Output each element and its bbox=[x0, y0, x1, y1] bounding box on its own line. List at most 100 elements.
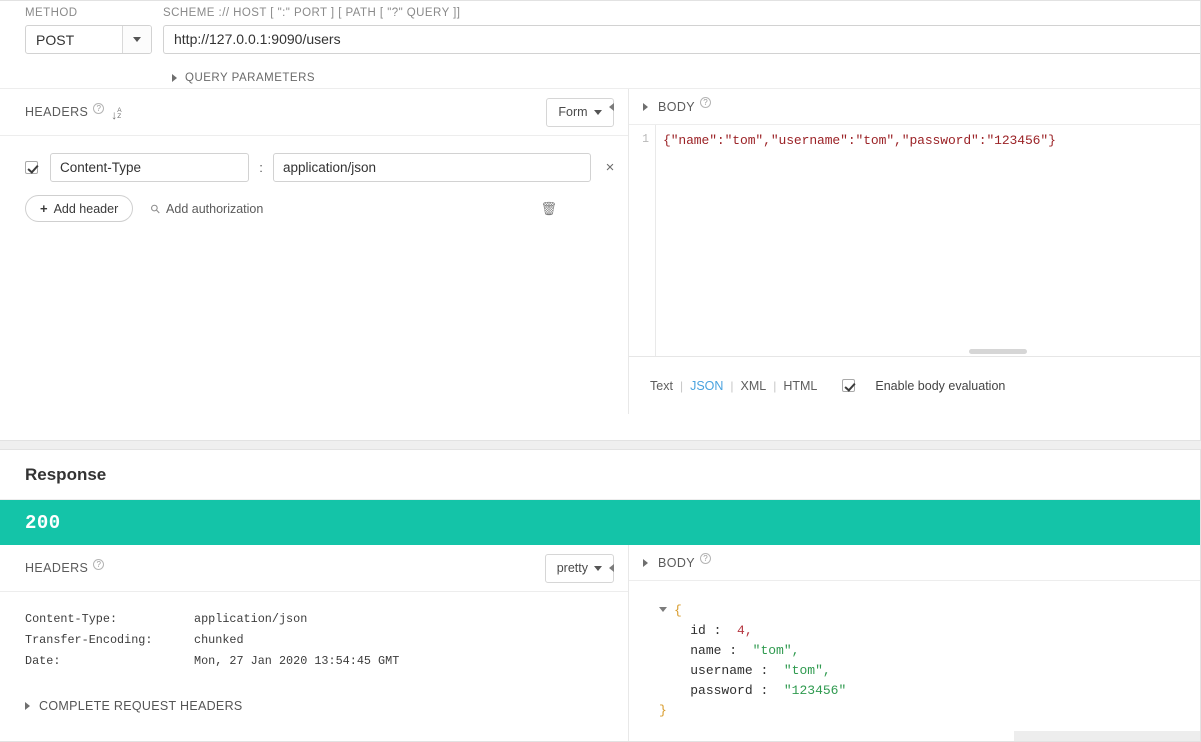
method-select-value: POST bbox=[36, 31, 75, 48]
request-body-editor[interactable]: 1 {"name":"tom","username":"tom","passwo… bbox=[629, 124, 1200, 357]
add-header-button[interactable]: + Add header bbox=[25, 195, 134, 222]
editor-horizontal-scrollbar[interactable] bbox=[969, 349, 1027, 354]
expand-right-icon[interactable] bbox=[643, 558, 648, 567]
sort-az-icon[interactable]: ↓ A Z bbox=[111, 107, 121, 121]
request-panel: METHOD POST SCHEME :// HOST [ ":" PORT ]… bbox=[0, 0, 1201, 441]
request-body-pane: BODY ? 1 {"name":"tom","username":"tom",… bbox=[628, 89, 1200, 414]
response-body-header: BODY ? bbox=[629, 545, 1200, 580]
url-column: SCHEME :// HOST [ ":" PORT ] [ PATH [ "?… bbox=[163, 7, 1200, 54]
response-headers-pane: HEADERS ? pretty Content-Type: applicati… bbox=[0, 545, 628, 741]
response-title: Response bbox=[25, 464, 107, 484]
query-parameters-label: QUERY PARAMETERS bbox=[185, 72, 316, 84]
help-icon[interactable]: ? bbox=[93, 558, 105, 570]
key-icon: ⚲ bbox=[147, 200, 164, 217]
help-icon[interactable]: ? bbox=[700, 97, 712, 108]
request-headers-header: HEADERS ? ↓ A Z Form bbox=[0, 89, 628, 136]
request-headers-actions: + Add header ⚲ Add authorization 🗑 bbox=[0, 182, 628, 222]
response-body-title: BODY bbox=[658, 555, 696, 570]
json-value: "tom", bbox=[783, 663, 831, 678]
response-body-horizontal-scrollbar[interactable] bbox=[1014, 731, 1200, 741]
table-row: Transfer-Encoding: chunked bbox=[25, 630, 628, 651]
method-label: METHOD bbox=[25, 7, 78, 19]
json-key: password bbox=[690, 683, 753, 698]
url-label: SCHEME :// HOST [ ":" PORT ] [ PATH [ "?… bbox=[163, 7, 461, 19]
json-key: username bbox=[690, 663, 753, 678]
response-headers-table: Content-Type: application/json Transfer-… bbox=[0, 592, 628, 672]
json-entry: password : "123456" bbox=[659, 681, 1200, 701]
editor-gutter: 1 bbox=[629, 125, 656, 356]
chevron-right-icon bbox=[25, 702, 30, 710]
json-value: 4, bbox=[737, 623, 753, 638]
method-select[interactable]: POST bbox=[25, 25, 152, 54]
request-body-toolbar: Text | JSON | XML | HTML Enable body eva… bbox=[629, 357, 1200, 414]
table-row: Content-Type : application/json × bbox=[0, 153, 628, 182]
table-row: Date: Mon, 27 Jan 2020 13:54:45 GMT bbox=[25, 651, 628, 672]
format-json-button[interactable]: JSON bbox=[683, 379, 730, 393]
request-body-header: BODY ? bbox=[629, 89, 1200, 124]
request-url-bar: METHOD POST SCHEME :// HOST [ ":" PORT ]… bbox=[0, 1, 1200, 54]
response-headers-collapse[interactable] bbox=[609, 564, 614, 572]
json-entry: username : "tom", bbox=[659, 661, 1200, 681]
json-value: "123456" bbox=[783, 683, 847, 698]
response-split: HEADERS ? pretty Content-Type: applicati… bbox=[0, 545, 1200, 741]
json-value: "tom", bbox=[752, 643, 800, 658]
json-separator: : bbox=[721, 643, 753, 658]
add-authorization-label: Add authorization bbox=[166, 201, 264, 216]
method-select-caret[interactable] bbox=[122, 26, 151, 53]
header-enabled-checkbox[interactable] bbox=[25, 161, 38, 174]
json-entry: id : 4, bbox=[659, 621, 1200, 641]
response-body-json-viewer[interactable]: { id : 4, name : "tom", username : "tom"… bbox=[629, 580, 1200, 741]
header-name: Transfer-Encoding: bbox=[25, 633, 153, 647]
header-name: Date: bbox=[25, 654, 61, 668]
json-key: name bbox=[690, 643, 722, 658]
chevron-down-icon bbox=[133, 37, 141, 42]
json-separator: : bbox=[752, 663, 784, 678]
trash-icon[interactable]: 🗑 bbox=[540, 201, 557, 217]
response-headers-mode-select[interactable]: pretty bbox=[544, 553, 614, 583]
complete-request-headers-label: COMPLETE REQUEST HEADERS bbox=[39, 699, 243, 713]
header-value-input[interactable]: application/json bbox=[273, 153, 591, 182]
add-authorization-button[interactable]: ⚲ Add authorization bbox=[147, 200, 264, 217]
header-value: application/json bbox=[194, 612, 308, 626]
request-headers-list: Content-Type : application/json × + Add … bbox=[0, 136, 628, 222]
request-headers-pane: HEADERS ? ↓ A Z Form Content-Type : applic… bbox=[0, 89, 628, 414]
response-title-bar: Response bbox=[0, 450, 1200, 500]
header-value: Mon, 27 Jan 2020 13:54:45 GMT bbox=[194, 654, 400, 668]
header-name-input[interactable]: Content-Type bbox=[50, 153, 249, 182]
header-value: chunked bbox=[194, 633, 244, 647]
request-body-content[interactable]: {"name":"tom","username":"tom","password… bbox=[663, 133, 1194, 148]
chevron-down-icon bbox=[594, 565, 602, 571]
enable-body-evaluation-checkbox[interactable] bbox=[842, 379, 856, 392]
help-icon[interactable]: ? bbox=[93, 102, 105, 114]
response-headers-mode-value: pretty bbox=[556, 561, 588, 575]
request-headers-collapse[interactable] bbox=[609, 103, 614, 111]
json-entry: name : "tom", bbox=[659, 641, 1200, 661]
format-html-button[interactable]: HTML bbox=[776, 379, 824, 393]
request-body-title: BODY bbox=[658, 99, 696, 114]
add-header-label: Add header bbox=[53, 201, 119, 216]
request-headers-mode-select[interactable]: Form bbox=[546, 97, 614, 127]
collapse-left-icon bbox=[609, 103, 614, 111]
method-column: METHOD POST bbox=[0, 7, 163, 54]
json-separator: : bbox=[705, 623, 738, 638]
json-close-row: } bbox=[659, 701, 1200, 721]
status-badge: 200 bbox=[0, 500, 1200, 545]
remove-header-button[interactable]: × bbox=[591, 153, 629, 182]
collapse-toggle-icon[interactable] bbox=[659, 607, 667, 612]
json-close-brace: } bbox=[659, 703, 667, 718]
expand-right-icon[interactable] bbox=[643, 102, 648, 111]
help-icon[interactable]: ? bbox=[700, 553, 712, 564]
chevron-down-icon bbox=[593, 109, 602, 115]
request-headers-title: HEADERS bbox=[25, 105, 89, 119]
plus-icon: + bbox=[40, 201, 48, 216]
request-split: HEADERS ? ↓ A Z Form Content-Type : applic… bbox=[0, 88, 1200, 414]
complete-request-headers-toggle[interactable]: COMPLETE REQUEST HEADERS bbox=[0, 672, 628, 713]
enable-body-evaluation[interactable]: Enable body evaluation bbox=[842, 379, 1005, 393]
format-xml-button[interactable]: XML bbox=[734, 379, 774, 393]
enable-body-evaluation-label: Enable body evaluation bbox=[875, 378, 1006, 393]
query-parameters-toggle[interactable]: QUERY PARAMETERS bbox=[0, 54, 1200, 88]
request-headers-mode-value: Form bbox=[558, 105, 588, 119]
json-key: id bbox=[690, 623, 706, 638]
format-text-button[interactable]: Text bbox=[643, 379, 680, 393]
url-input[interactable]: http://127.0.0.1:9090/users bbox=[163, 25, 1200, 54]
